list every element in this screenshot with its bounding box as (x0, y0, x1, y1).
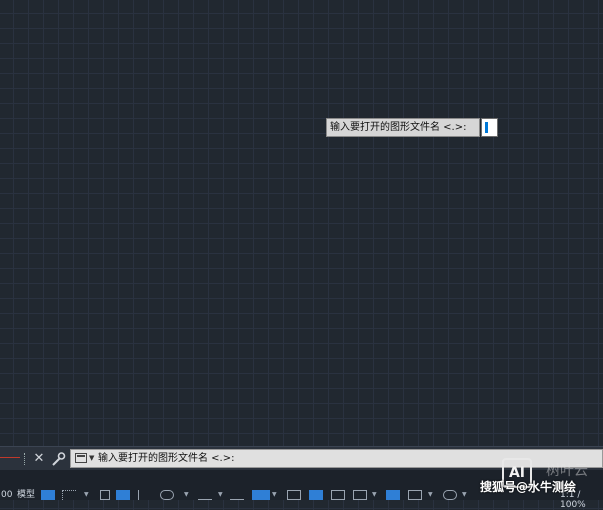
dynamic-ucs-icon[interactable] (252, 490, 270, 500)
chevron-down-icon[interactable]: ▼ (89, 450, 94, 467)
grid-toggle-icon[interactable] (41, 490, 55, 500)
text-caret (485, 122, 488, 133)
prompt-label: 输入要打开的图形文件名 <.>: (330, 122, 467, 133)
selection-cycling-icon[interactable] (309, 490, 323, 500)
model-tab[interactable]: 模型 (17, 490, 35, 500)
chevron-down-icon[interactable]: ▼ (428, 491, 433, 498)
chevron-down-icon[interactable]: ▼ (84, 491, 89, 498)
dynamic-input-prompt: 输入要打开的图形文件名 <.>: (326, 118, 480, 137)
dynamic-input-icon[interactable] (353, 490, 367, 500)
snap-grid-icon[interactable] (62, 490, 76, 500)
watermark-bottom-text: 搜狐号@水牛测绘 (480, 480, 577, 494)
chevron-down-icon[interactable]: ▼ (272, 491, 277, 498)
command-line-text: 输入要打开的图形文件名 <.>: (98, 453, 235, 464)
ortho-icon[interactable] (100, 490, 110, 500)
drag-grip-icon[interactable] (24, 453, 27, 465)
close-icon[interactable]: ✕ (32, 449, 46, 469)
watermark: AI 树叶云 搜狐号@水牛测绘 (478, 452, 603, 500)
gizmo-icon[interactable] (408, 490, 422, 500)
chevron-down-icon[interactable]: ▼ (462, 491, 467, 498)
selection-filter-icon[interactable] (386, 490, 400, 500)
transparency-icon[interactable] (287, 490, 301, 500)
customize-wrench-icon[interactable] (50, 450, 66, 468)
status-coordinate-partial: 00 (1, 490, 13, 500)
drawing-canvas[interactable]: 输入要打开的图形文件名 <.>: (0, 0, 603, 446)
isodraft-icon[interactable] (138, 490, 152, 500)
chevron-down-icon[interactable]: ▼ (184, 491, 189, 498)
watermark-top-text: 树叶云 (546, 463, 588, 479)
chevron-down-icon[interactable]: ▼ (372, 491, 377, 498)
axis-line (0, 457, 20, 458)
chevron-down-icon[interactable]: ▼ (218, 491, 223, 498)
3d-osnap-icon[interactable] (331, 490, 345, 500)
lineweight-icon[interactable] (230, 490, 244, 500)
annotation-visibility-icon[interactable] (443, 490, 457, 500)
object-snap-icon[interactable] (198, 490, 212, 500)
dynamic-input-field[interactable] (481, 118, 498, 137)
polar-tracking-icon[interactable] (116, 490, 130, 500)
recent-commands-icon[interactable] (75, 453, 87, 463)
object-snap-tracking-icon[interactable] (160, 490, 174, 500)
